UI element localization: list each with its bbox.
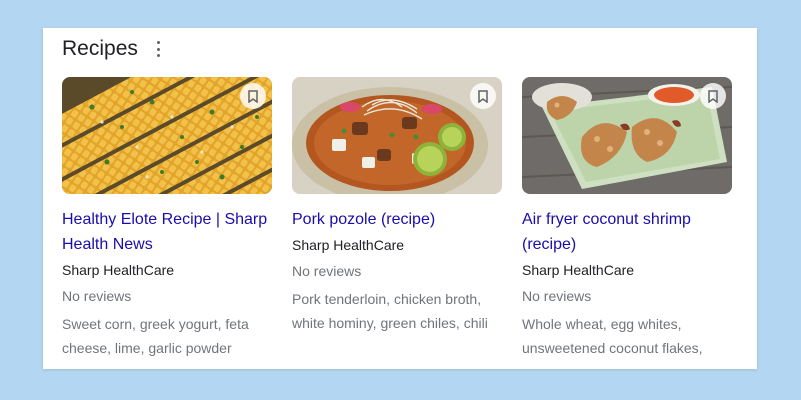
recipe-ingredients: Pork tenderloin, chicken broth, white ho… — [292, 291, 488, 331]
recipe-reviews: No reviews — [292, 263, 362, 279]
recipe-card[interactable]: Air fryer coconut shrimp (recipe) Sharp … — [522, 77, 732, 360]
recipe-source: Sharp HealthCare — [522, 262, 635, 278]
recipe-reviews: No reviews — [62, 288, 132, 304]
grilled-corn-image[interactable] — [62, 77, 272, 194]
recipe-title-link[interactable]: Air fryer coconut shrimp (recipe) — [522, 207, 732, 257]
recipe-ingredients: Whole wheat, egg whites, unsweetened coc… — [522, 316, 703, 356]
bookmark-icon[interactable] — [240, 83, 266, 109]
bookmark-icon[interactable] — [470, 83, 496, 109]
pozole-bowl-image[interactable] — [292, 77, 502, 194]
recipe-title-link[interactable]: Pork pozole (recipe) — [292, 207, 502, 232]
bookmark-icon[interactable] — [700, 83, 726, 109]
recipe-source: Sharp HealthCare — [292, 237, 405, 253]
recipe-reviews: No reviews — [522, 288, 592, 304]
recipe-title-link[interactable]: Healthy Elote Recipe | Sharp Health News — [62, 207, 272, 257]
coconut-shrimp-image[interactable] — [522, 77, 732, 194]
recipes-panel: Recipes Healthy Elote Recipe | Sharp Hea… — [43, 28, 757, 369]
recipe-card[interactable]: Pork pozole (recipe) Sharp HealthCare No… — [292, 77, 502, 335]
recipes-header: Recipes — [62, 37, 162, 61]
recipe-source: Sharp HealthCare — [62, 262, 175, 278]
recipe-ingredients: Sweet corn, greek yogurt, feta cheese, l… — [62, 316, 249, 356]
recipe-card[interactable]: Healthy Elote Recipe | Sharp Health News… — [62, 77, 272, 360]
section-title: Recipes — [62, 37, 138, 60]
more-vert-icon[interactable] — [156, 41, 162, 57]
